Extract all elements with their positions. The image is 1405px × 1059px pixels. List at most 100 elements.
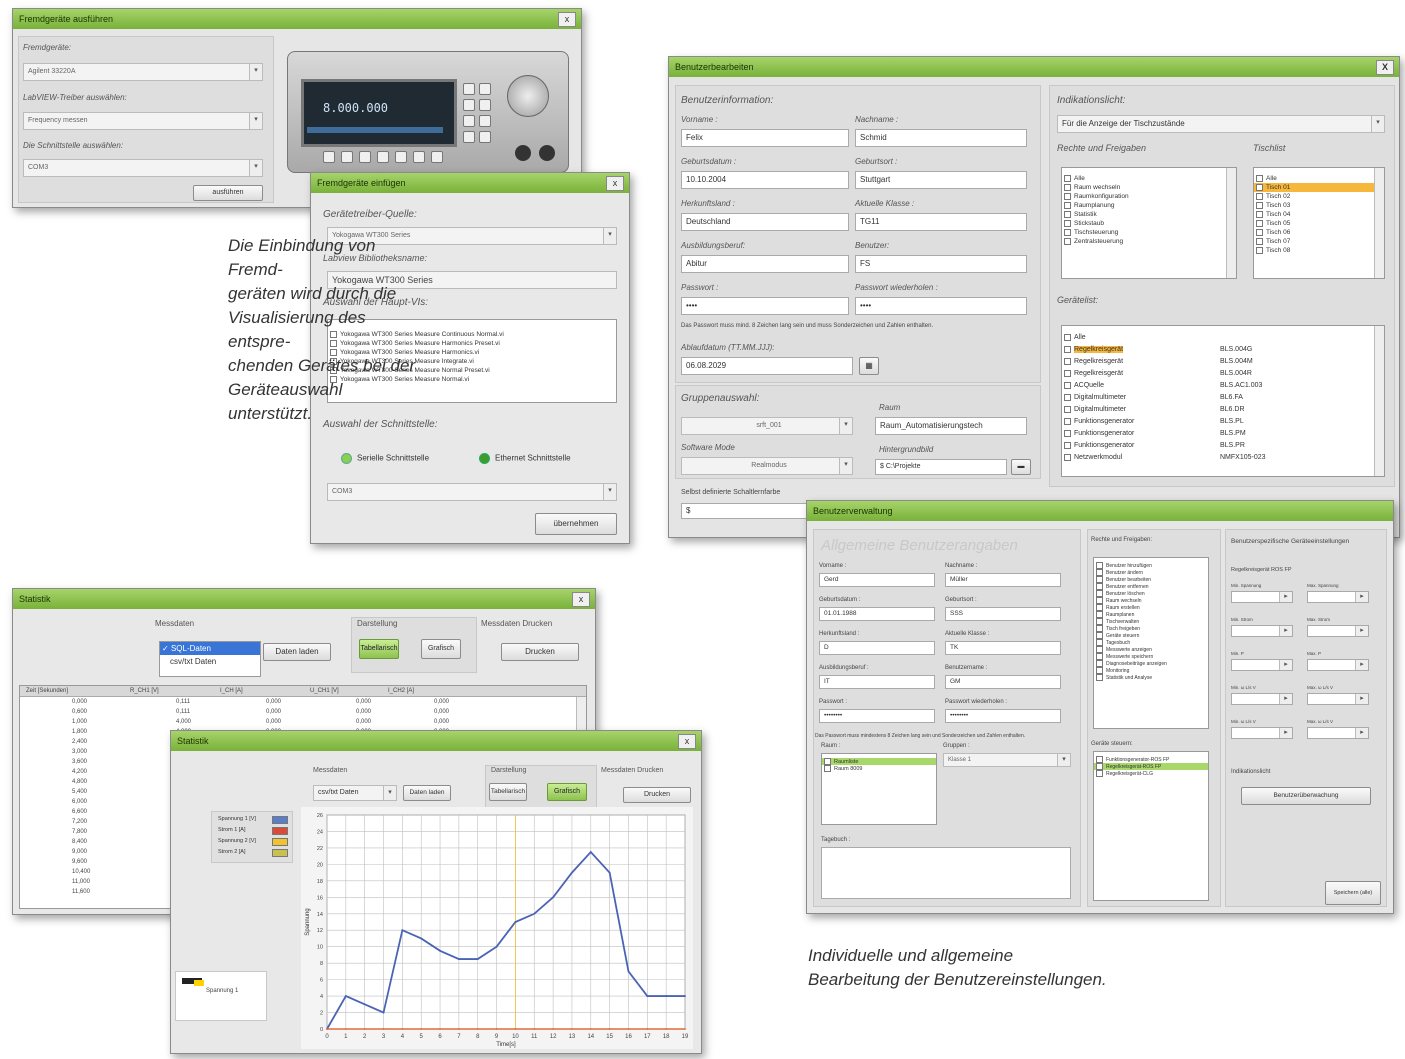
list-item[interactable]: Raum erstellen [1094,604,1208,611]
list-item[interactable]: Raumkonfiguration [1062,192,1236,201]
table-row[interactable]: Funktionsgenerator BLS.PR [1062,440,1384,452]
checkbox[interactable] [1096,590,1103,597]
stepper-icon[interactable]: ▸ [1279,694,1292,704]
table-row[interactable]: Funktionsgenerator BLS.PM [1062,428,1384,440]
list-item[interactable]: Tisch 01 [1254,183,1384,192]
checkbox[interactable] [1064,453,1071,461]
table-row[interactable]: Regelkreisgerät BLS.004M [1062,356,1384,368]
numeric-field[interactable]: ▸ [1307,727,1369,739]
checkbox[interactable] [1096,660,1103,667]
run-button[interactable]: ausführen [193,185,263,201]
checkbox[interactable] [1096,667,1103,674]
checkbox[interactable] [1256,192,1263,200]
legend-item[interactable]: Strom 1 [A] [218,827,288,835]
room-field[interactable]: Raum_Automatisierungstech [875,417,1027,435]
checkbox[interactable] [1096,653,1103,660]
checkbox[interactable] [1064,441,1071,449]
list-item[interactable]: Tisch 02 [1254,192,1384,201]
devices-list[interactable]: Alle Regelkreisgerät BLS.004G Regelkreisger… [1061,325,1385,477]
checkbox[interactable] [1096,562,1103,569]
list-item[interactable]: Zentralsteuerung [1062,237,1236,246]
text-field[interactable]: 10.10.2004 [681,171,849,189]
diary-field[interactable] [821,847,1071,899]
driver-select[interactable]: Frequency messen ▾ [23,112,263,130]
table-row[interactable]: Digitalmultimeter BL6.DR [1062,404,1384,416]
interface-select[interactable]: COM3 ▾ [23,159,263,177]
checkbox[interactable] [824,765,831,772]
list-item[interactable]: Raumplanung [1062,201,1236,210]
ethernet-radio[interactable]: Ethernet Schnittstelle [479,453,571,464]
stepper-icon[interactable]: ▸ [1279,592,1292,602]
scrollbar[interactable] [1374,168,1384,278]
text-field[interactable]: Felix [681,129,849,147]
indicator-select[interactable]: Für die Anzeige der Tischzustände ▾ [1057,115,1385,133]
source-listbox[interactable]: ✓ SQL-Daten csv/txt Daten [159,641,261,677]
checkbox[interactable] [1096,639,1103,646]
text-field[interactable]: 01.01.1988 [819,607,935,621]
checkbox[interactable] [1064,210,1071,218]
checkbox[interactable] [1064,405,1071,413]
rights-list[interactable]: Benutzer hinzufügen Benutzer ändern Benutz… [1093,557,1209,729]
numeric-field[interactable]: ▸ [1307,591,1369,603]
source-select[interactable]: csv/txt Daten ▾ [313,785,397,801]
list-item[interactable]: Funktionsgenerator-ROS FP [1094,756,1208,763]
numeric-field[interactable]: ▸ [1231,727,1293,739]
checkbox[interactable] [1256,210,1263,218]
column-header[interactable]: Zeit [Sekunden] [26,688,68,694]
stepper-icon[interactable]: ▸ [1355,626,1368,636]
checkbox[interactable] [1096,611,1103,618]
monitoring-button[interactable]: Benutzerüberwachung [1241,787,1371,805]
list-item[interactable]: ✓ SQL-Daten [160,642,260,655]
background-field[interactable]: $ C:\Projekte [875,459,1007,475]
list-item[interactable]: Regelkreisgerät-CLG [1094,770,1208,777]
checkbox[interactable] [1064,381,1071,389]
list-item[interactable]: Tagesbuch [1094,639,1208,646]
text-field[interactable]: Deutschland [681,213,849,231]
checkbox[interactable] [1096,604,1103,611]
checkbox[interactable] [1064,201,1071,209]
numeric-field[interactable]: ▸ [1231,625,1293,637]
checkbox[interactable] [1064,228,1071,236]
table-row[interactable]: Regelkreisgerät BLS.004G [1062,344,1384,356]
list-item[interactable]: Messwerte speichern [1094,653,1208,660]
save-all-button[interactable]: Speichern (alle) [1325,881,1381,905]
checkbox[interactable] [1064,192,1071,200]
list-item[interactable]: Diagnosebeiträge anzeigen [1094,660,1208,667]
text-field[interactable]: GM [945,675,1061,689]
text-field[interactable]: •••••••• [819,709,935,723]
list-item[interactable]: Geräte steuern [1094,632,1208,639]
group-select[interactable]: Klasse 1 ▾ [943,753,1071,767]
checkbox[interactable] [1064,174,1071,182]
table-row[interactable]: 0,600 0,111 0,000 0,000 0,000 [20,707,586,717]
list-item[interactable]: Raum 8009 [822,765,936,772]
list-item[interactable]: Monitoring [1094,667,1208,674]
table-row[interactable]: Alle [1062,332,1384,344]
list-item[interactable]: Raumplanen [1094,611,1208,618]
checkbox[interactable] [1096,583,1103,590]
checkbox[interactable] [1096,597,1103,604]
checkbox[interactable] [1256,228,1263,236]
column-header[interactable]: I_CH2 [A] [388,688,414,694]
text-field[interactable]: TG11 [855,213,1027,231]
checkbox[interactable] [1096,756,1103,763]
numeric-field[interactable]: ▸ [1231,659,1293,671]
software-select[interactable]: Realmodus ▾ [681,457,853,475]
legend-item[interactable]: Strom 2 [A] [218,849,288,857]
folder-icon[interactable]: ▬ [1011,459,1031,475]
table-row[interactable]: ACQuelle BLS.AC1.003 [1062,380,1384,392]
table-view-button[interactable]: Tabellarisch [489,783,527,801]
list-item[interactable]: Benutzer bearbeiten [1094,576,1208,583]
text-field[interactable]: SSS [945,607,1061,621]
close-button[interactable]: X [1376,60,1394,75]
column-header[interactable]: U_CH1 [V] [310,688,339,694]
device-select[interactable]: Agilent 33220A ▾ [23,63,263,81]
close-button[interactable]: x [572,592,590,607]
stepper-icon[interactable]: ▸ [1279,626,1292,636]
group-select[interactable]: srft_001 ▾ [681,417,853,435]
table-view-button[interactable]: Tabellarisch [359,639,399,659]
list-item[interactable]: Tisch 07 [1254,237,1384,246]
checkbox[interactable] [1096,569,1103,576]
table-row[interactable]: Netzwerkmodul NMFX105-023 [1062,452,1384,464]
numeric-field[interactable]: ▸ [1307,693,1369,705]
graph-view-button[interactable]: Grafisch [547,783,587,801]
